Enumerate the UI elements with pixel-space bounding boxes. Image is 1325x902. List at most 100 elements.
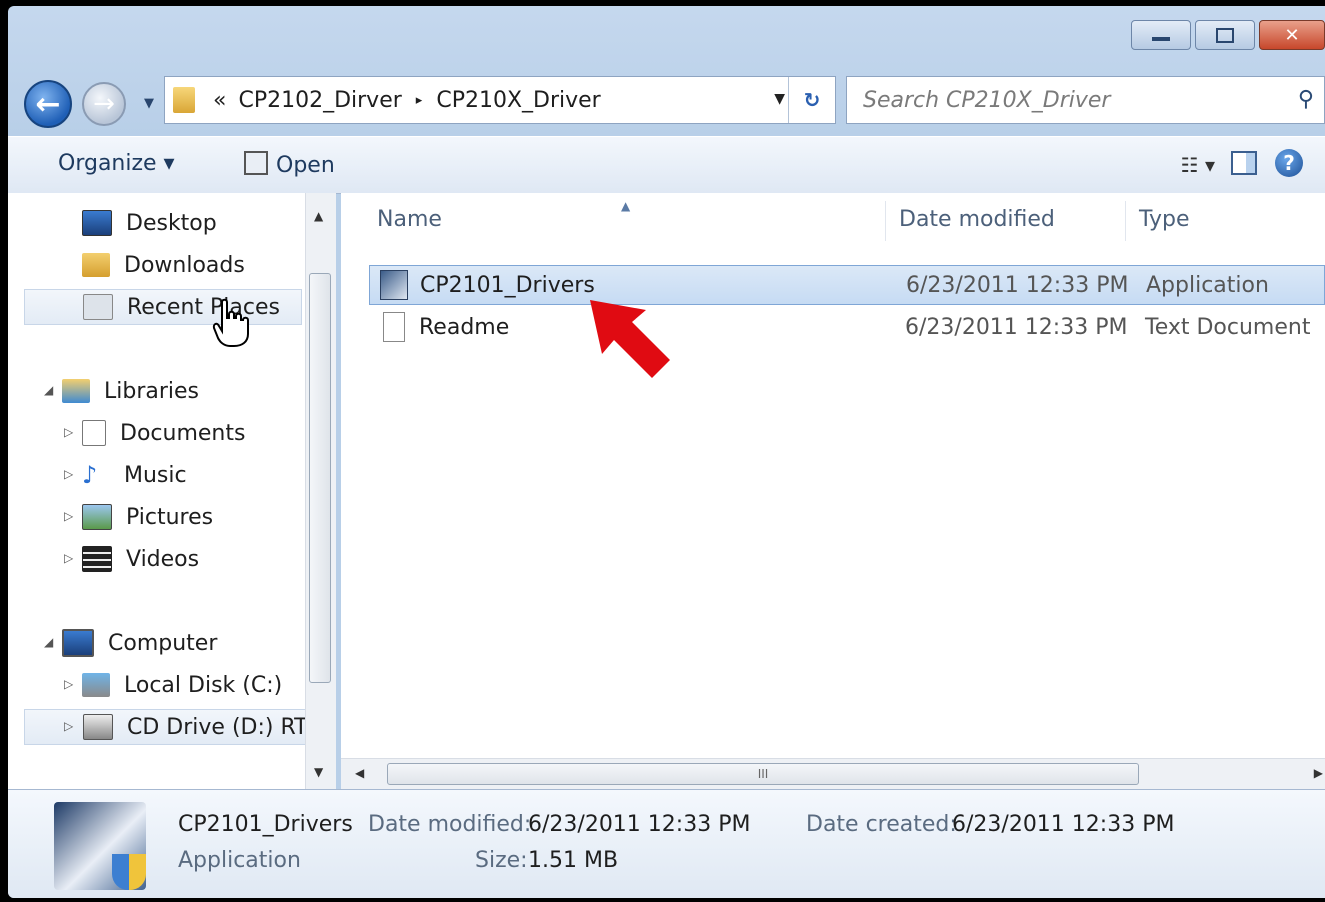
expand-music-icon[interactable]: ▷ — [64, 467, 73, 481]
red-pointer-arrow — [590, 300, 670, 378]
folder-icon — [173, 87, 195, 113]
change-view-button[interactable]: ☷ ▾ — [1181, 153, 1215, 177]
column-header-name[interactable]: Name — [377, 207, 442, 232]
details-file-name: CP2101_Drivers — [178, 812, 353, 837]
nav-scroll-thumb[interactable] — [309, 273, 331, 683]
computer-icon — [62, 629, 94, 657]
recent-pages-dropdown[interactable]: ▼ — [144, 96, 154, 111]
expand-libraries-icon[interactable]: ◢ — [44, 383, 53, 397]
scroll-left-icon[interactable]: ◀ — [355, 766, 364, 780]
expand-pictures-icon[interactable]: ▷ — [64, 509, 73, 523]
address-bar[interactable]: « CP2102_Dirver ▸ CP210X_Driver ▼ ↻ — [164, 76, 836, 124]
nav-item-recent-places[interactable]: Recent Places — [24, 289, 302, 325]
organize-button[interactable]: Organize ▾ — [58, 151, 175, 176]
refresh-icon: ↻ — [803, 88, 821, 112]
help-button[interactable]: ? — [1275, 149, 1303, 177]
breadcrumb-item[interactable]: CP210X_Driver — [436, 88, 600, 113]
application-large-icon — [54, 802, 146, 890]
expand-videos-icon[interactable]: ▷ — [64, 551, 73, 565]
nav-item-libraries[interactable]: Libraries — [62, 373, 199, 409]
videos-icon — [82, 546, 112, 572]
size-label: Size: — [475, 848, 528, 873]
uac-shield-icon — [112, 854, 146, 890]
pictures-icon — [82, 504, 112, 530]
refresh-button[interactable]: ↻ — [788, 77, 835, 123]
breadcrumb-separator[interactable]: ▸ — [416, 93, 423, 108]
nav-item-downloads[interactable]: Downloads — [82, 247, 245, 283]
application-icon — [380, 270, 408, 300]
column-header-type[interactable]: Type — [1139, 207, 1190, 232]
text-document-icon — [383, 312, 405, 342]
scroll-down-icon[interactable]: ▼ — [314, 765, 323, 779]
file-row[interactable]: CP2101_Drivers 6/23/2011 12:33 PM Applic… — [369, 265, 1325, 305]
details-file-type: Application — [178, 848, 301, 873]
downloads-icon — [82, 253, 110, 277]
open-label: Open — [276, 153, 335, 178]
local-disk-icon — [82, 673, 110, 697]
file-list: ▲ Name Date modified Type CP2101_Drivers… — [341, 193, 1325, 789]
column-divider[interactable] — [885, 201, 886, 241]
file-date: 6/23/2011 12:33 PM — [905, 314, 1128, 340]
breadcrumb-overflow[interactable]: « — [213, 88, 226, 113]
date-modified-label: Date modified: — [368, 812, 532, 837]
nav-item-documents[interactable]: Documents — [82, 415, 245, 451]
file-type: Application — [1146, 272, 1269, 298]
back-button[interactable]: ← — [24, 80, 72, 128]
nav-item-desktop[interactable]: Desktop — [82, 205, 217, 241]
maximize-icon — [1216, 27, 1234, 43]
size-value: 1.51 MB — [528, 848, 619, 873]
maximize-button[interactable] — [1195, 20, 1255, 50]
column-divider[interactable] — [1125, 201, 1126, 241]
desktop-icon — [82, 210, 112, 236]
forward-arrow-icon: → — [93, 89, 115, 119]
date-created-value: 6/23/2011 12:33 PM — [952, 812, 1175, 837]
documents-icon — [82, 420, 106, 446]
minimize-icon — [1152, 37, 1170, 41]
caption-buttons: ✕ — [1127, 20, 1325, 50]
nav-item-pictures[interactable]: Pictures — [82, 499, 213, 535]
recent-places-icon — [83, 294, 113, 320]
horizontal-scrollbar[interactable]: ◀ III ▶ — [341, 758, 1325, 789]
music-icon: ♪ — [82, 461, 98, 489]
file-name: CP2101_Drivers — [420, 272, 595, 298]
nav-item-computer[interactable]: Computer — [62, 625, 217, 661]
expand-local-disk-icon[interactable]: ▷ — [64, 677, 73, 691]
file-row[interactable]: Readme 6/23/2011 12:33 PM Text Document — [369, 307, 1325, 347]
sort-ascending-icon: ▲ — [621, 199, 631, 213]
scroll-up-icon[interactable]: ▲ — [314, 209, 323, 223]
expand-documents-icon[interactable]: ▷ — [64, 425, 73, 439]
date-modified-value: 6/23/2011 12:33 PM — [528, 812, 751, 837]
expand-computer-icon[interactable]: ◢ — [44, 635, 53, 649]
open-icon — [244, 151, 268, 175]
search-icon[interactable]: ⚲ — [1298, 87, 1314, 112]
horizontal-scroll-thumb[interactable]: III — [387, 763, 1139, 785]
forward-button[interactable]: → — [82, 82, 126, 126]
address-dropdown-icon[interactable]: ▼ — [774, 91, 785, 107]
file-type: Text Document — [1145, 314, 1311, 340]
minimize-button[interactable] — [1131, 20, 1191, 50]
libraries-icon — [62, 379, 90, 403]
nav-item-music[interactable]: ♪ Music — [82, 457, 187, 493]
command-bar: Organize ▾ Open ☷ ▾ ? — [8, 136, 1325, 194]
breadcrumb-item[interactable]: CP2102_Dirver — [238, 88, 401, 113]
nav-item-local-disk[interactable]: Local Disk (C:) — [82, 667, 282, 703]
nav-item-videos[interactable]: Videos — [82, 541, 199, 577]
expand-cd-drive-icon[interactable]: ▷ — [64, 719, 73, 733]
open-button[interactable]: Open — [244, 151, 335, 178]
view-icon: ☷ — [1180, 153, 1199, 177]
nav-pane-scrollbar[interactable]: ▲ ▼ — [305, 193, 336, 789]
search-input[interactable]: Search CP210X_Driver ⚲ — [846, 76, 1325, 124]
cd-drive-icon — [83, 714, 113, 740]
hand-cursor-icon — [212, 298, 249, 347]
close-button[interactable]: ✕ — [1259, 20, 1325, 50]
file-name: Readme — [419, 314, 510, 340]
back-arrow-icon: ← — [35, 86, 61, 122]
date-created-label: Date created: — [806, 812, 957, 837]
details-pane: CP2101_Drivers Application Date modified… — [8, 789, 1325, 898]
preview-pane-button[interactable] — [1231, 151, 1257, 175]
scroll-right-icon[interactable]: ▶ — [1314, 766, 1323, 780]
column-header-date[interactable]: Date modified — [899, 207, 1055, 232]
search-placeholder: Search CP210X_Driver — [863, 87, 1111, 113]
file-date: 6/23/2011 12:33 PM — [906, 272, 1129, 298]
explorer-window: ✕ ← → ▼ « CP2102_Dirver ▸ CP210X_Driver … — [8, 6, 1325, 898]
